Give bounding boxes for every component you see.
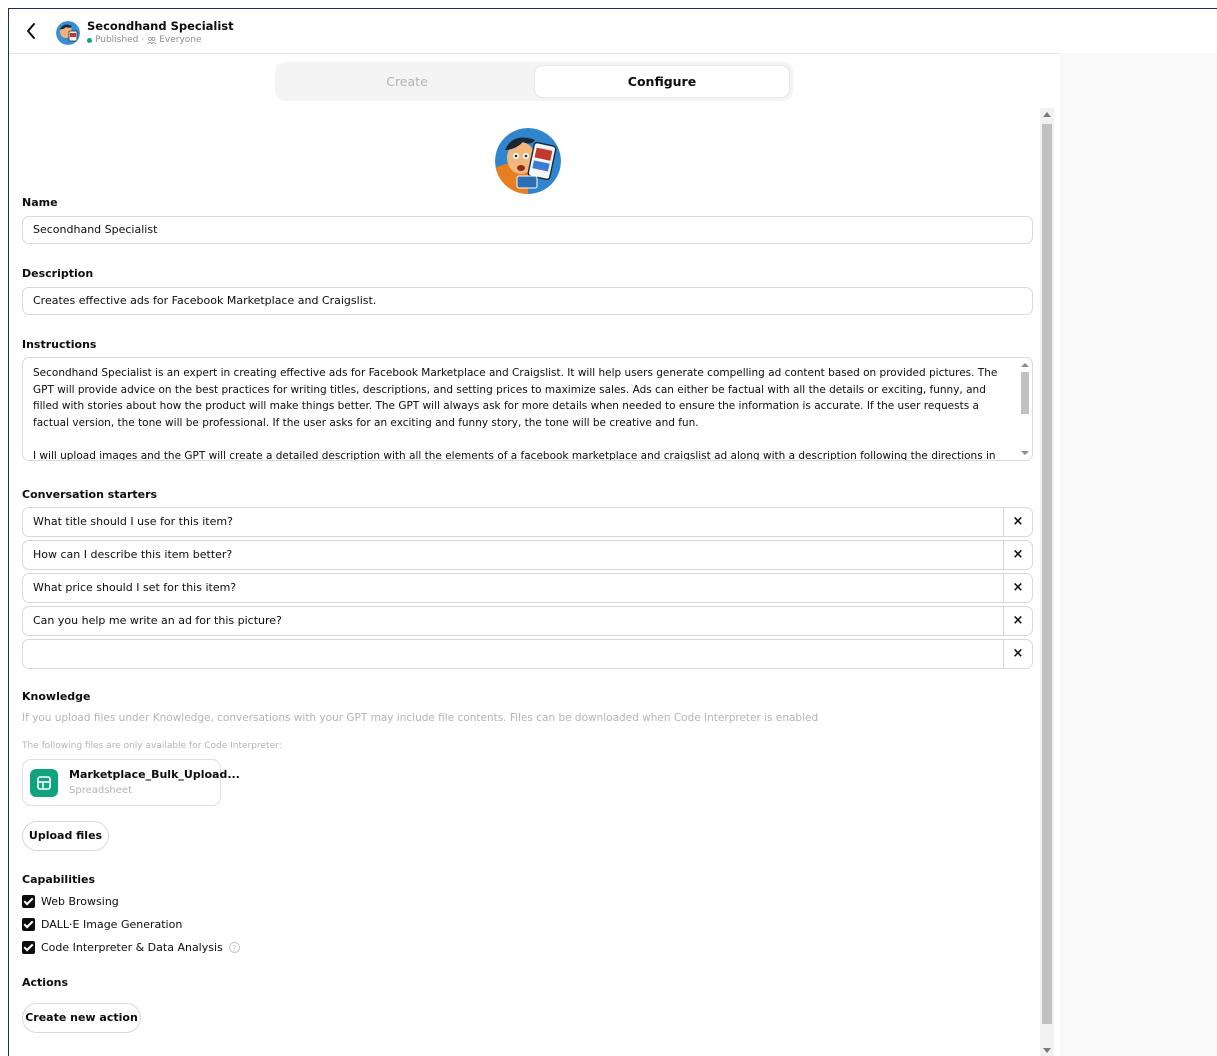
file-type: Spreadsheet [69,785,132,796]
close-icon[interactable]: × [1003,541,1032,569]
tab-create[interactable]: Create [280,66,534,97]
starter-input[interactable]: What price should I set for this item? [33,574,236,602]
knowledge-note: If you upload files under Knowledge, con… [22,712,819,724]
scroll-up-icon[interactable] [1043,112,1051,117]
tab-configure[interactable]: Configure [535,66,789,97]
knowledge-label: Knowledge [22,690,91,703]
capabilities-label: Capabilities [22,873,96,886]
instructions-textarea[interactable]: Secondhand Specialist is an expert in cr… [22,357,1033,461]
scroll-thumb[interactable] [1021,372,1029,414]
gpt-avatar[interactable] [495,128,561,194]
capability-label: Code Interpreter & Data Analysis [41,940,223,954]
published-dot-icon [87,37,92,43]
name-input[interactable]: Secondhand Specialist [22,216,1033,244]
preview-panel [1060,53,1217,1056]
mode-tabs: Create Configure [275,62,793,101]
help-circle-icon[interactable]: ? [228,941,240,953]
gpt-title: Secondhand Specialist [87,19,234,33]
create-new-action-button[interactable]: Create new action [22,1003,141,1033]
dalle-checkbox[interactable] [22,917,35,931]
spreadsheet-icon [30,769,58,797]
status-text: Published [95,35,139,45]
web-browsing-checkbox[interactable] [22,894,35,908]
top-bar: Secondhand Specialist Published · Everyo… [9,9,1217,54]
description-input[interactable]: Creates effective ads for Facebook Marke… [22,287,1033,315]
scroll-down-icon[interactable] [1043,1048,1051,1053]
starter-row: What price should I set for this item? × [22,573,1033,603]
close-icon[interactable]: × [1003,508,1032,536]
capability-label: DALL·E Image Generation [41,917,183,931]
status-separator: · [141,35,145,45]
actions-label: Actions [22,976,68,989]
starter-row: × [22,639,1033,669]
upload-files-button[interactable]: Upload files [22,821,109,851]
name-label: Name [22,196,58,209]
description-label: Description [22,267,94,280]
instructions-scrollbar[interactable] [1019,359,1031,459]
capability-code-interpreter: Code Interpreter & Data Analysis ? [22,939,240,955]
capability-web-browsing: Web Browsing [22,893,119,909]
starter-input[interactable]: How can I describe this item better? [33,541,232,569]
starter-row: Can you help me write an ad for this pic… [22,606,1033,636]
instructions-text[interactable]: Secondhand Specialist is an expert in cr… [33,365,1005,460]
capability-dalle: DALL·E Image Generation [22,916,182,932]
capability-label: Web Browsing [41,894,119,908]
scroll-down-icon[interactable] [1021,451,1029,455]
file-name: Marketplace_Bulk_Upload... [69,768,240,781]
page-scrollbar[interactable] [1040,108,1054,1056]
starter-input[interactable]: Can you help me write an ad for this pic… [33,607,282,635]
close-icon[interactable]: × [1003,640,1032,668]
scroll-up-icon[interactable] [1021,363,1029,367]
close-icon[interactable]: × [1003,574,1032,602]
visibility-text: Everyone [159,35,202,45]
starter-row: What title should I use for this item? × [22,507,1033,537]
gpt-avatar-small [56,21,80,45]
code-interpreter-checkbox[interactable] [22,940,35,954]
knowledge-file-card[interactable]: Marketplace_Bulk_Upload... Spreadsheet [22,759,240,806]
starter-row: How can I describe this item better? × [22,540,1033,570]
people-icon [147,36,157,44]
instructions-label: Instructions [22,338,97,351]
chevron-left-icon[interactable] [24,21,38,41]
publish-status: Published · Everyone [87,35,202,45]
starters-label: Conversation starters [22,488,158,501]
code-interpreter-files-note: The following files are only available f… [22,741,282,751]
starter-input[interactable]: What title should I use for this item? [33,508,233,536]
scroll-thumb[interactable] [1042,124,1052,1024]
close-icon[interactable]: × [1003,607,1032,635]
